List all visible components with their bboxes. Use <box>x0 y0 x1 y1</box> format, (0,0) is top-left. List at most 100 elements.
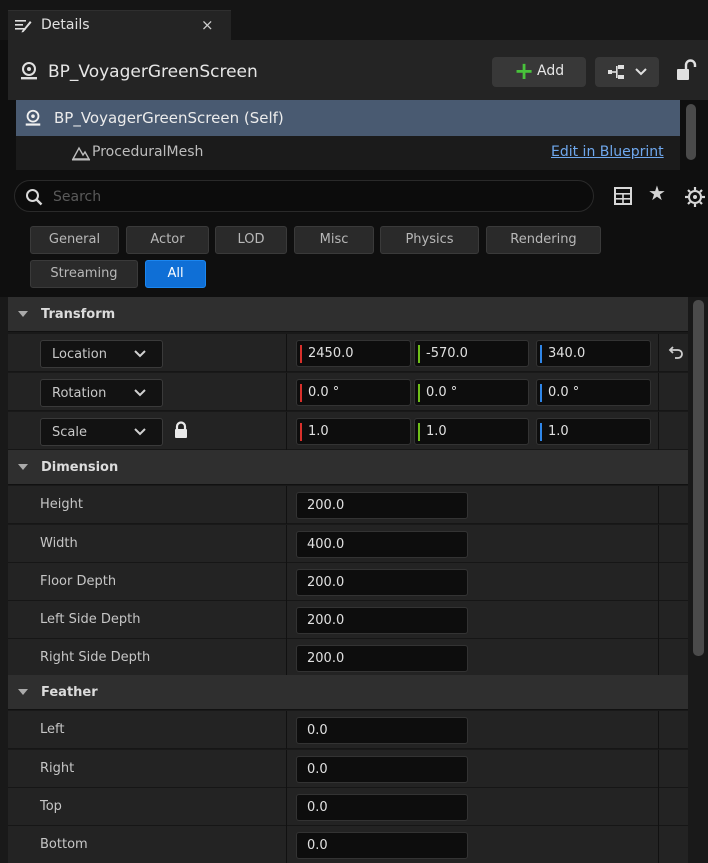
category-dimension[interactable]: Dimension <box>8 450 688 485</box>
column-divider <box>286 486 287 524</box>
reset-arrow-icon[interactable] <box>668 344 684 360</box>
property-name: Right <box>40 761 75 776</box>
field-value: 200.0 <box>307 575 345 590</box>
column-divider <box>286 639 287 677</box>
field-value: 1.0 <box>548 424 569 439</box>
plus-icon: + <box>514 57 535 85</box>
floor-depth-field[interactable]: 200.0 <box>296 569 468 596</box>
tree-item-self[interactable]: BP_VoyagerGreenScreen (Self) <box>16 100 680 136</box>
property-name: Bottom <box>40 837 88 852</box>
height-field[interactable]: 200.0 <box>296 492 468 519</box>
column-divider <box>658 601 659 639</box>
filter-misc[interactable]: Misc <box>294 226 374 254</box>
filter-rendering[interactable]: Rendering <box>486 226 601 254</box>
property-row-feather-right: Right 0.0 <box>8 750 688 788</box>
add-component-button[interactable]: + Add <box>492 57 586 87</box>
scale-y-field[interactable]: 1.0 <box>414 418 529 445</box>
width-field[interactable]: 400.0 <box>296 531 468 558</box>
property-scrollbar[interactable] <box>693 300 704 656</box>
tree-scrollbar[interactable] <box>686 104 696 160</box>
rotation-y-field[interactable]: 0.0 ° <box>414 379 529 406</box>
right-side-depth-field[interactable]: 200.0 <box>296 645 468 672</box>
column-divider <box>658 486 659 524</box>
expand-arrow-icon <box>18 689 28 695</box>
column-divider <box>658 711 659 749</box>
gear-icon[interactable] <box>684 186 706 208</box>
axis-y-marker <box>418 423 420 441</box>
rotation-x-field[interactable]: 0.0 ° <box>296 379 411 406</box>
search-box <box>14 180 594 212</box>
location-y-field[interactable]: -570.0 <box>414 340 529 367</box>
field-value: 0.0 ° <box>426 385 458 400</box>
search-icon <box>26 189 43 206</box>
filter-lod[interactable]: LOD <box>215 226 287 254</box>
field-value: 1.0 <box>308 424 329 439</box>
column-divider <box>286 788 287 826</box>
property-name: Right Side Depth <box>40 650 151 665</box>
filter-all[interactable]: All <box>145 260 206 288</box>
property-row-right-side-depth: Right Side Depth 200.0 <box>8 639 688 677</box>
chevron-down-icon <box>134 428 146 436</box>
close-icon[interactable]: × <box>201 16 214 34</box>
property-row-width: Width 400.0 <box>8 525 688 563</box>
search-input[interactable] <box>53 185 573 209</box>
location-x-field[interactable]: 2450.0 <box>296 340 411 367</box>
column-divider <box>658 788 659 826</box>
filter-physics[interactable]: Physics <box>380 226 479 254</box>
column-divider <box>658 639 659 677</box>
scale-dropdown[interactable]: Scale <box>40 418 163 446</box>
filter-streaming[interactable]: Streaming <box>30 260 138 288</box>
favorite-star-icon[interactable]: ★ <box>648 181 666 205</box>
property-name: Top <box>40 799 62 814</box>
scale-z-field[interactable]: 1.0 <box>536 418 651 445</box>
column-divider <box>658 525 659 563</box>
left-side-depth-field[interactable]: 200.0 <box>296 607 468 634</box>
column-divider <box>286 601 287 639</box>
axis-z-marker <box>540 384 542 402</box>
property-row-feather-left: Left 0.0 <box>8 711 688 749</box>
dropdown-label: Rotation <box>52 386 107 401</box>
field-value: 200.0 <box>307 613 345 628</box>
lock-open-icon[interactable] <box>675 59 697 83</box>
tab-label: Details <box>41 17 90 33</box>
column-divider <box>286 334 287 372</box>
category-label: Feather <box>41 685 98 700</box>
rotation-dropdown[interactable]: Rotation <box>40 379 163 407</box>
category-feather[interactable]: Feather <box>8 675 688 710</box>
column-divider <box>658 373 659 411</box>
axis-z-marker <box>540 345 542 363</box>
filter-general[interactable]: General <box>30 226 119 254</box>
axis-x-marker <box>300 384 302 402</box>
lock-icon[interactable] <box>173 421 189 439</box>
feather-left-field[interactable]: 0.0 <box>296 717 468 744</box>
category-transform[interactable]: Transform <box>8 297 688 332</box>
column-divider <box>286 563 287 601</box>
feather-right-field[interactable]: 0.0 <box>296 756 468 783</box>
chevron-down-icon <box>134 350 146 358</box>
property-row-feather-bottom: Bottom 0.0 <box>8 826 688 863</box>
scale-x-field[interactable]: 1.0 <box>296 418 411 445</box>
edit-in-blueprint-link[interactable]: Edit in Blueprint <box>551 144 664 160</box>
column-divider <box>286 525 287 563</box>
feather-bottom-field[interactable]: 0.0 <box>296 832 468 859</box>
tree-item-procedural-mesh[interactable]: ProceduralMesh Edit in Blueprint <box>16 136 680 170</box>
table-view-icon[interactable] <box>614 187 632 205</box>
field-value: 400.0 <box>307 537 345 552</box>
add-label: Add <box>537 63 565 79</box>
tab-details[interactable]: Details × <box>8 10 231 40</box>
location-dropdown[interactable]: Location <box>40 340 163 368</box>
feather-top-field[interactable]: 0.0 <box>296 794 468 821</box>
tab-bar: Details × <box>0 0 708 40</box>
location-z-field[interactable]: 340.0 <box>536 340 651 367</box>
component-tree: BP_VoyagerGreenScreen (Self) ProceduralM… <box>16 100 680 170</box>
blueprint-options-button[interactable] <box>595 57 659 87</box>
axis-x-marker <box>300 423 302 441</box>
tree-item-label: ProceduralMesh <box>92 144 204 160</box>
dropdown-label: Location <box>52 347 107 362</box>
rotation-z-field[interactable]: 0.0 ° <box>536 379 651 406</box>
expand-arrow-icon <box>18 311 28 317</box>
filter-actor[interactable]: Actor <box>126 226 209 254</box>
field-value: 200.0 <box>307 651 345 666</box>
details-icon <box>15 20 32 33</box>
axis-z-marker <box>540 423 542 441</box>
